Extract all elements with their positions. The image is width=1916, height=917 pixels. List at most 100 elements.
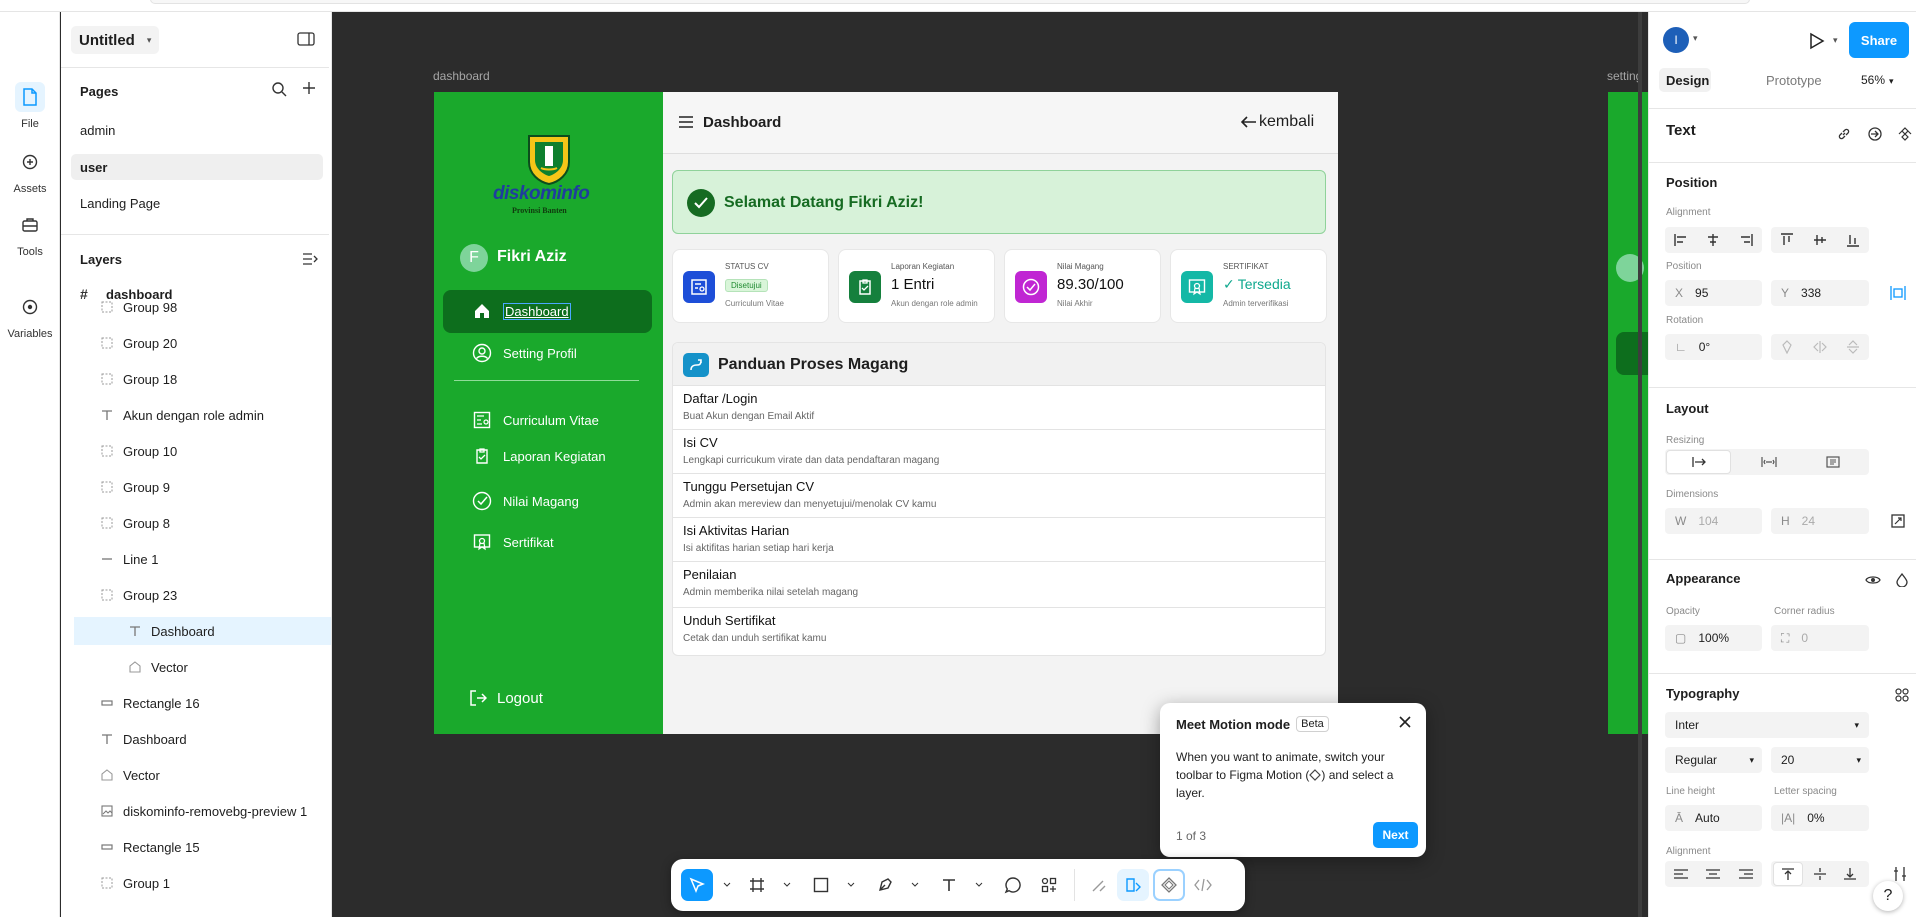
- text-align-bottom-icon[interactable]: [1837, 862, 1863, 886]
- variables-tool[interactable]: Variables: [0, 292, 60, 340]
- layer-row[interactable]: Group 18: [61, 365, 331, 393]
- file-tool[interactable]: File: [0, 82, 60, 130]
- opacity-field[interactable]: ▢ 100%: [1665, 625, 1762, 651]
- zoom-control[interactable]: 56% ▾: [1861, 73, 1894, 87]
- layer-row[interactable]: Line 1: [61, 545, 331, 573]
- page-item-landing-page[interactable]: Landing Page: [61, 189, 331, 217]
- text-styles-icon[interactable]: [1889, 683, 1915, 707]
- actions-tool-icon[interactable]: [1033, 869, 1065, 901]
- toggle-sidebar-icon[interactable]: [297, 31, 315, 47]
- layer-row[interactable]: Akun dengan role admin: [61, 401, 331, 429]
- tools-tool[interactable]: Tools: [0, 210, 60, 258]
- pen-tool-icon[interactable]: [869, 869, 901, 901]
- align-top-icon[interactable]: [1774, 228, 1800, 252]
- text-align-left-icon[interactable]: [1668, 862, 1694, 886]
- address-bar[interactable]: [150, 0, 1750, 4]
- dashboard-frame[interactable]: diskominfo Provinsi Banten F Fikri Aziz …: [434, 92, 1338, 734]
- help-icon[interactable]: ?: [1873, 881, 1903, 911]
- text-align-center-icon[interactable]: [1700, 862, 1726, 886]
- layer-row[interactable]: Dashboard: [74, 617, 331, 645]
- nav-item-nilai-magang[interactable]: Nilai Magang: [455, 481, 645, 521]
- letter-spacing-field[interactable]: |A| 0%: [1771, 805, 1869, 831]
- align-left-icon[interactable]: [1668, 228, 1694, 252]
- nav-item-curriculum-vitae[interactable]: Curriculum Vitae: [455, 400, 645, 440]
- visibility-eye-icon[interactable]: [1860, 568, 1886, 592]
- canvas[interactable]: dashboard setting diskominfo Provinsi Ba…: [332, 12, 1648, 917]
- layer-row[interactable]: Dashboard: [61, 725, 331, 753]
- motion-mode-icon[interactable]: [1153, 869, 1185, 901]
- move-tool-icon[interactable]: [681, 869, 713, 901]
- layer-row[interactable]: Group 98: [61, 293, 331, 321]
- nav-item-dashboard[interactable]: Dashboard: [455, 291, 645, 331]
- corner-radius-field[interactable]: ⛶ 0: [1771, 625, 1869, 651]
- font-size-field[interactable]: 20 ▾: [1771, 747, 1869, 773]
- layer-row[interactable]: Group 20: [61, 329, 331, 357]
- scrollbar[interactable]: [1638, 12, 1642, 917]
- align-right-icon[interactable]: [1733, 228, 1759, 252]
- layer-row[interactable]: Group 23: [61, 581, 331, 609]
- y-field[interactable]: Y 338: [1771, 280, 1869, 306]
- layer-row[interactable]: diskominfo-removebg-preview 1: [61, 797, 331, 825]
- layer-row[interactable]: Rectangle 16: [61, 689, 331, 717]
- text-align-right-icon[interactable]: [1733, 862, 1759, 886]
- height-field[interactable]: H 24: [1771, 508, 1869, 534]
- nav-item-setting-profil[interactable]: Setting Profil: [455, 333, 645, 373]
- layer-row[interactable]: Group 1: [61, 869, 331, 897]
- tab-prototype[interactable]: Prototype: [1766, 73, 1822, 88]
- text-align-middle-icon[interactable]: [1807, 862, 1833, 886]
- font-family-select[interactable]: Inter ▾: [1665, 712, 1869, 738]
- chevron-down-icon[interactable]: ▾: [1833, 35, 1838, 46]
- comment-tool-icon[interactable]: [997, 869, 1029, 901]
- x-field[interactable]: X 95: [1665, 280, 1762, 306]
- frame-tool-icon[interactable]: [741, 869, 773, 901]
- align-bottom-icon[interactable]: [1840, 228, 1866, 252]
- layer-row[interactable]: Group 8: [61, 509, 331, 537]
- create-component-icon[interactable]: [1892, 122, 1916, 146]
- resize-to-fit-icon[interactable]: [1885, 509, 1911, 533]
- rotation-field[interactable]: ∟ 0°: [1665, 334, 1762, 360]
- width-field[interactable]: W 104: [1665, 508, 1762, 534]
- text-align-top-icon[interactable]: [1773, 862, 1803, 886]
- align-middle-icon[interactable]: [1807, 228, 1833, 252]
- layer-row[interactable]: Group 10: [61, 437, 331, 465]
- chevron-down-icon[interactable]: [723, 881, 731, 889]
- text-tool-icon[interactable]: [933, 869, 965, 901]
- user-avatar[interactable]: I: [1663, 27, 1689, 53]
- font-weight-select[interactable]: Regular ▾: [1665, 747, 1762, 773]
- layer-row[interactable]: Vector: [61, 653, 331, 681]
- frame-label[interactable]: dashboard: [433, 69, 490, 83]
- hamburger-icon[interactable]: [679, 116, 693, 128]
- rotate-icon[interactable]: [1774, 335, 1800, 359]
- component-instance-icon[interactable]: [1862, 122, 1888, 146]
- blend-mode-icon[interactable]: [1889, 568, 1915, 592]
- nav-item-laporan-kegiatan[interactable]: Laporan Kegiatan: [455, 436, 645, 476]
- design-mode-icon[interactable]: [1117, 869, 1149, 901]
- line-height-field[interactable]: Ā Auto: [1665, 805, 1762, 831]
- chevron-down-icon[interactable]: [911, 881, 919, 889]
- rectangle-tool-icon[interactable]: [805, 869, 837, 901]
- link-icon[interactable]: [1831, 122, 1857, 146]
- chevron-down-icon[interactable]: [975, 881, 983, 889]
- assets-tool[interactable]: Assets: [0, 147, 60, 195]
- file-name-button[interactable]: Untitled ▾: [71, 26, 160, 54]
- layer-row[interactable]: Vector: [61, 761, 331, 789]
- share-button[interactable]: Share: [1849, 22, 1909, 58]
- flip-horizontal-icon[interactable]: [1807, 335, 1833, 359]
- layer-row[interactable]: Group 9: [61, 473, 331, 501]
- present-icon[interactable]: [1807, 32, 1825, 50]
- add-page-icon[interactable]: [302, 81, 316, 95]
- nav-item-sertifikat[interactable]: Sertifikat: [455, 522, 645, 562]
- tab-design[interactable]: Design: [1666, 73, 1709, 88]
- constraints-icon[interactable]: [1885, 281, 1911, 305]
- setting-frame-preview[interactable]: [1608, 92, 1648, 734]
- back-link[interactable]: kembali: [1241, 113, 1314, 131]
- align-center-icon[interactable]: [1700, 228, 1726, 252]
- next-button[interactable]: Next: [1373, 822, 1418, 848]
- page-item-user[interactable]: user: [61, 153, 331, 181]
- draw-mode-icon[interactable]: [1083, 869, 1115, 901]
- chevron-down-icon[interactable]: [783, 881, 791, 889]
- chevron-down-icon[interactable]: ▾: [1693, 33, 1698, 44]
- page-item-admin[interactable]: admin: [61, 116, 331, 144]
- logout-button[interactable]: Logout: [469, 689, 543, 707]
- dev-mode-icon[interactable]: [1187, 869, 1219, 901]
